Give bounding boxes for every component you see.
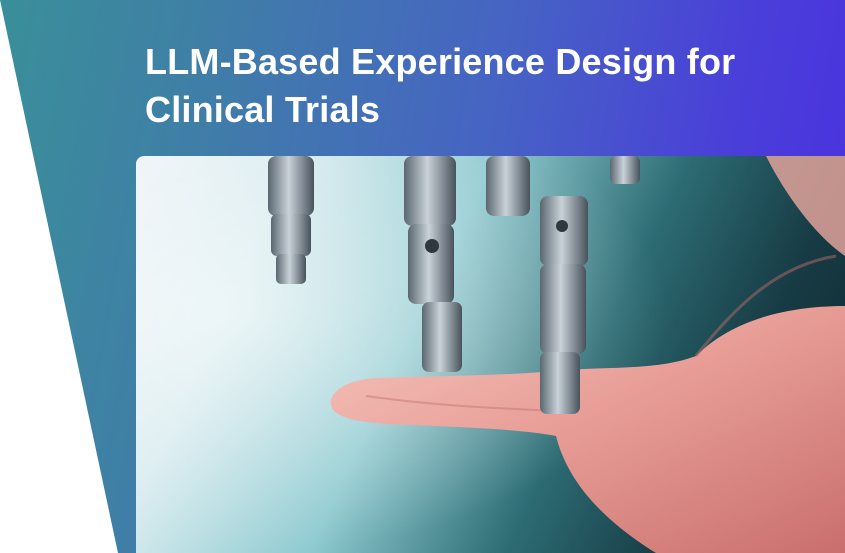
page-title: LLM-Based Experience Design for Clinical…	[145, 38, 785, 134]
hero-image	[136, 156, 845, 553]
page: LLM-Based Experience Design for Clinical…	[0, 0, 845, 553]
page-title-line-1: LLM-Based Experience Design for	[145, 41, 736, 82]
page-title-line-2: Clinical Trials	[145, 89, 381, 130]
robot-hand-illustration-icon	[136, 156, 845, 553]
